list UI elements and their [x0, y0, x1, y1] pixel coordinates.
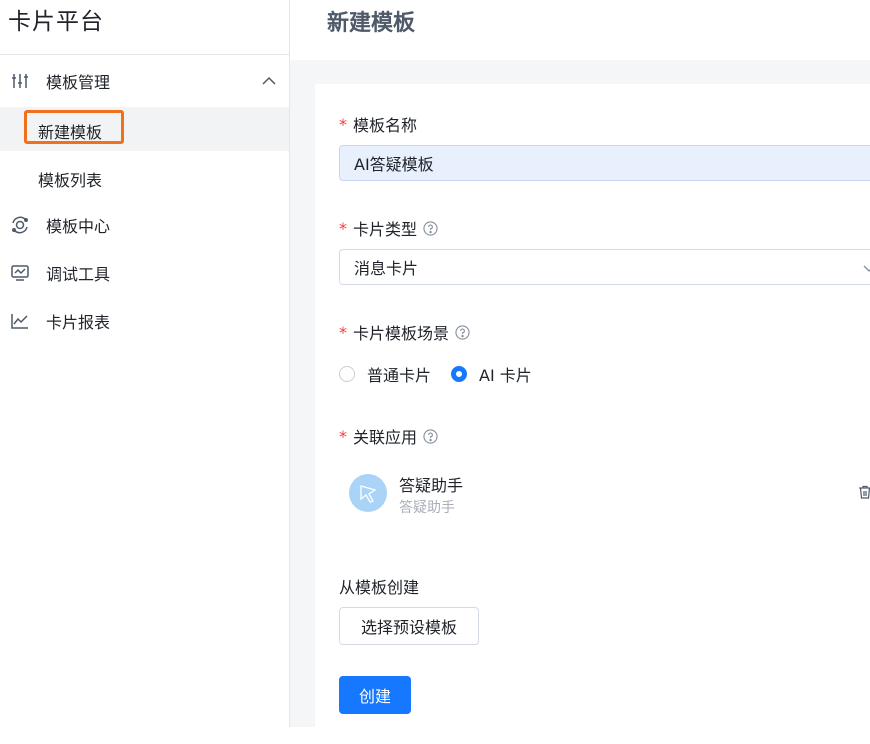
card-type-select[interactable]: 消息卡片 — [339, 249, 870, 285]
required-mark: * — [339, 218, 347, 238]
card-scene-label: * 卡片模板场景 — [339, 320, 470, 344]
template-name-input[interactable]: AI答疑模板 — [339, 145, 870, 181]
radio-label: AI 卡片 — [479, 366, 532, 385]
help-icon[interactable] — [423, 220, 438, 236]
page-header: 新建模板 — [290, 0, 870, 60]
label-text: 卡片模板场景 — [353, 324, 450, 343]
divider — [0, 54, 289, 55]
form-card: * 模板名称 AI答疑模板 * 卡片类型 消息卡片 * 卡片模板场景 普通卡片 … — [315, 84, 870, 744]
app-subtitle: 答疑助手 — [399, 500, 455, 516]
select-value: 消息卡片 — [354, 259, 419, 278]
radio-circle[interactable] — [339, 366, 355, 382]
card-type-label: * 卡片类型 — [339, 216, 438, 240]
help-icon[interactable] — [455, 324, 470, 340]
required-mark: * — [339, 322, 347, 342]
sidebar-item-label: 调试工具 — [46, 265, 111, 284]
sidebar-item-template-center[interactable]: 模板中心 — [0, 203, 289, 247]
monitor-icon — [10, 263, 30, 283]
radio-circle-checked[interactable] — [451, 366, 468, 382]
sidebar-item-card-report[interactable]: 卡片报表 — [0, 299, 289, 343]
sidebar-item-label: 模板中心 — [46, 217, 111, 236]
radio-label: 普通卡片 — [367, 366, 432, 385]
sidebar-item-label: 卡片报表 — [46, 313, 111, 332]
brand-title: 卡片平台 — [8, 9, 104, 35]
sidebar: 卡片平台 模板管理 新建模板 模板列表 模板中心 调试工具 卡片报表 — [0, 0, 290, 727]
page-title: 新建模板 — [327, 11, 416, 36]
main-content: 新建模板 * 模板名称 AI答疑模板 * 卡片类型 消息卡片 * 卡片模板场景 — [290, 0, 870, 744]
label-text: 关联应用 — [353, 428, 418, 447]
trash-icon[interactable] — [857, 484, 870, 500]
select-preset-template-button[interactable]: 选择预设模板 — [339, 607, 479, 645]
required-mark: * — [339, 426, 347, 446]
orbit-icon — [10, 215, 30, 235]
radio-normal-card[interactable]: 普通卡片 — [339, 362, 431, 386]
highlight-box — [24, 110, 124, 144]
label-text: 模板名称 — [353, 116, 418, 135]
template-name-label: * 模板名称 — [339, 112, 417, 136]
sidebar-subitem-template-list[interactable]: 模板列表 — [0, 155, 289, 199]
help-icon[interactable] — [423, 428, 438, 444]
card-scene-radio-group: 普通卡片 AI 卡片 — [339, 362, 552, 386]
from-template-label: 从模板创建 — [339, 578, 420, 597]
required-mark: * — [339, 114, 347, 134]
label-text: 卡片类型 — [353, 220, 418, 239]
radio-ai-card[interactable]: AI 卡片 — [451, 362, 532, 386]
chevron-up-icon[interactable] — [261, 73, 277, 89]
sidebar-item-template-management[interactable]: 模板管理 — [0, 59, 289, 103]
chevron-down-icon — [863, 265, 870, 272]
line-chart-icon — [10, 311, 30, 331]
app-avatar — [349, 474, 387, 512]
create-button[interactable]: 创建 — [339, 676, 411, 714]
input-value: AI答疑模板 — [354, 155, 434, 174]
linked-app-label: * 关联应用 — [339, 424, 438, 448]
sidebar-item-label: 模板管理 — [46, 73, 111, 92]
linked-app-item: 答疑助手 答疑助手 — [349, 472, 870, 516]
sidebar-item-debug-tools[interactable]: 调试工具 — [0, 251, 289, 295]
app-name: 答疑助手 — [399, 476, 464, 495]
sidebar-subitem-label: 模板列表 — [38, 171, 103, 190]
sliders-icon — [10, 71, 30, 91]
